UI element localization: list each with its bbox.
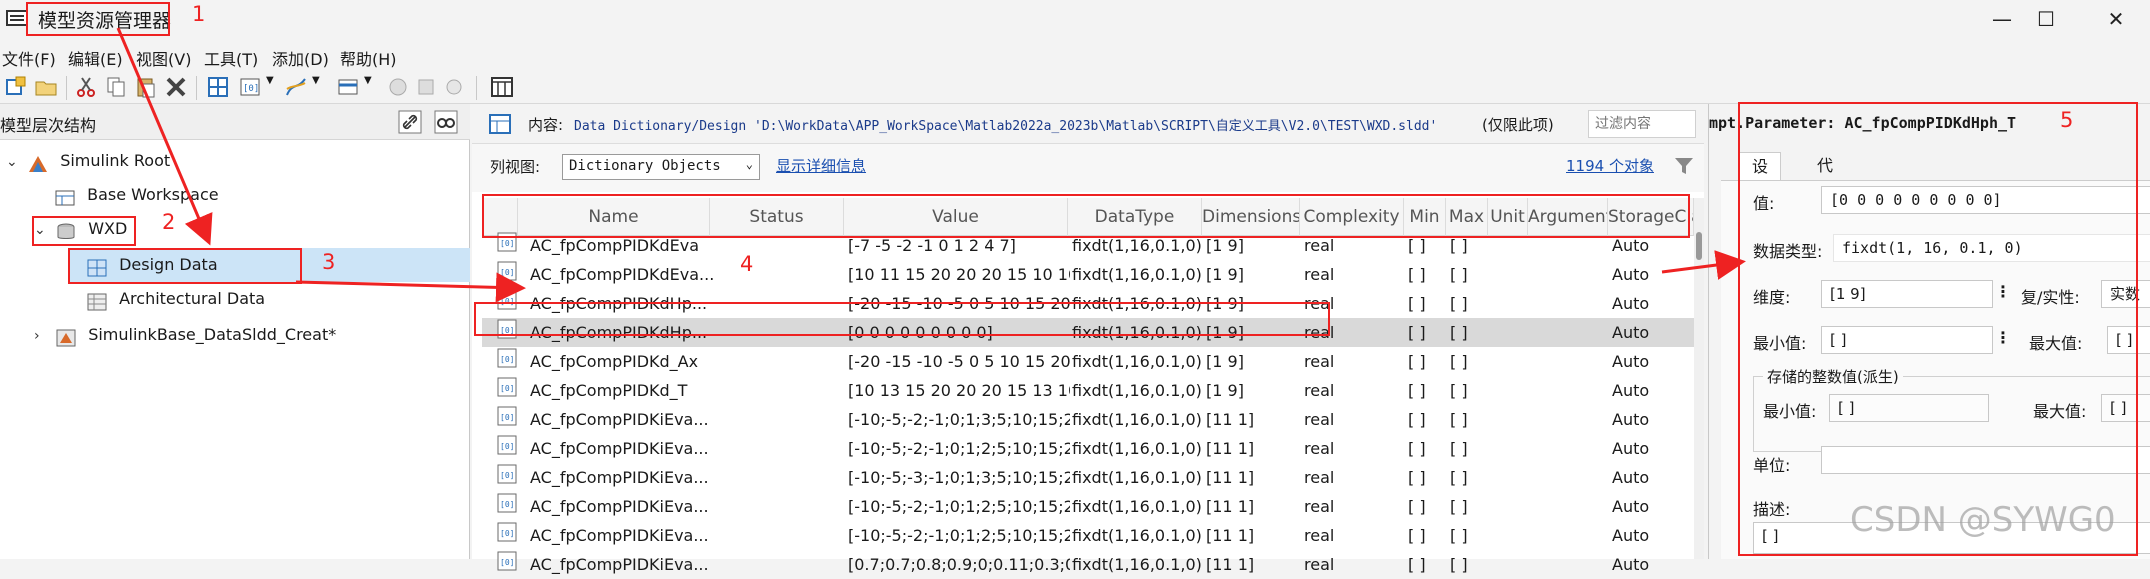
watermark: CSDN @SYWG0 xyxy=(1850,500,2116,540)
annotation-arrows xyxy=(116,27,1746,303)
svg-text:[0]: [0] xyxy=(500,558,514,567)
